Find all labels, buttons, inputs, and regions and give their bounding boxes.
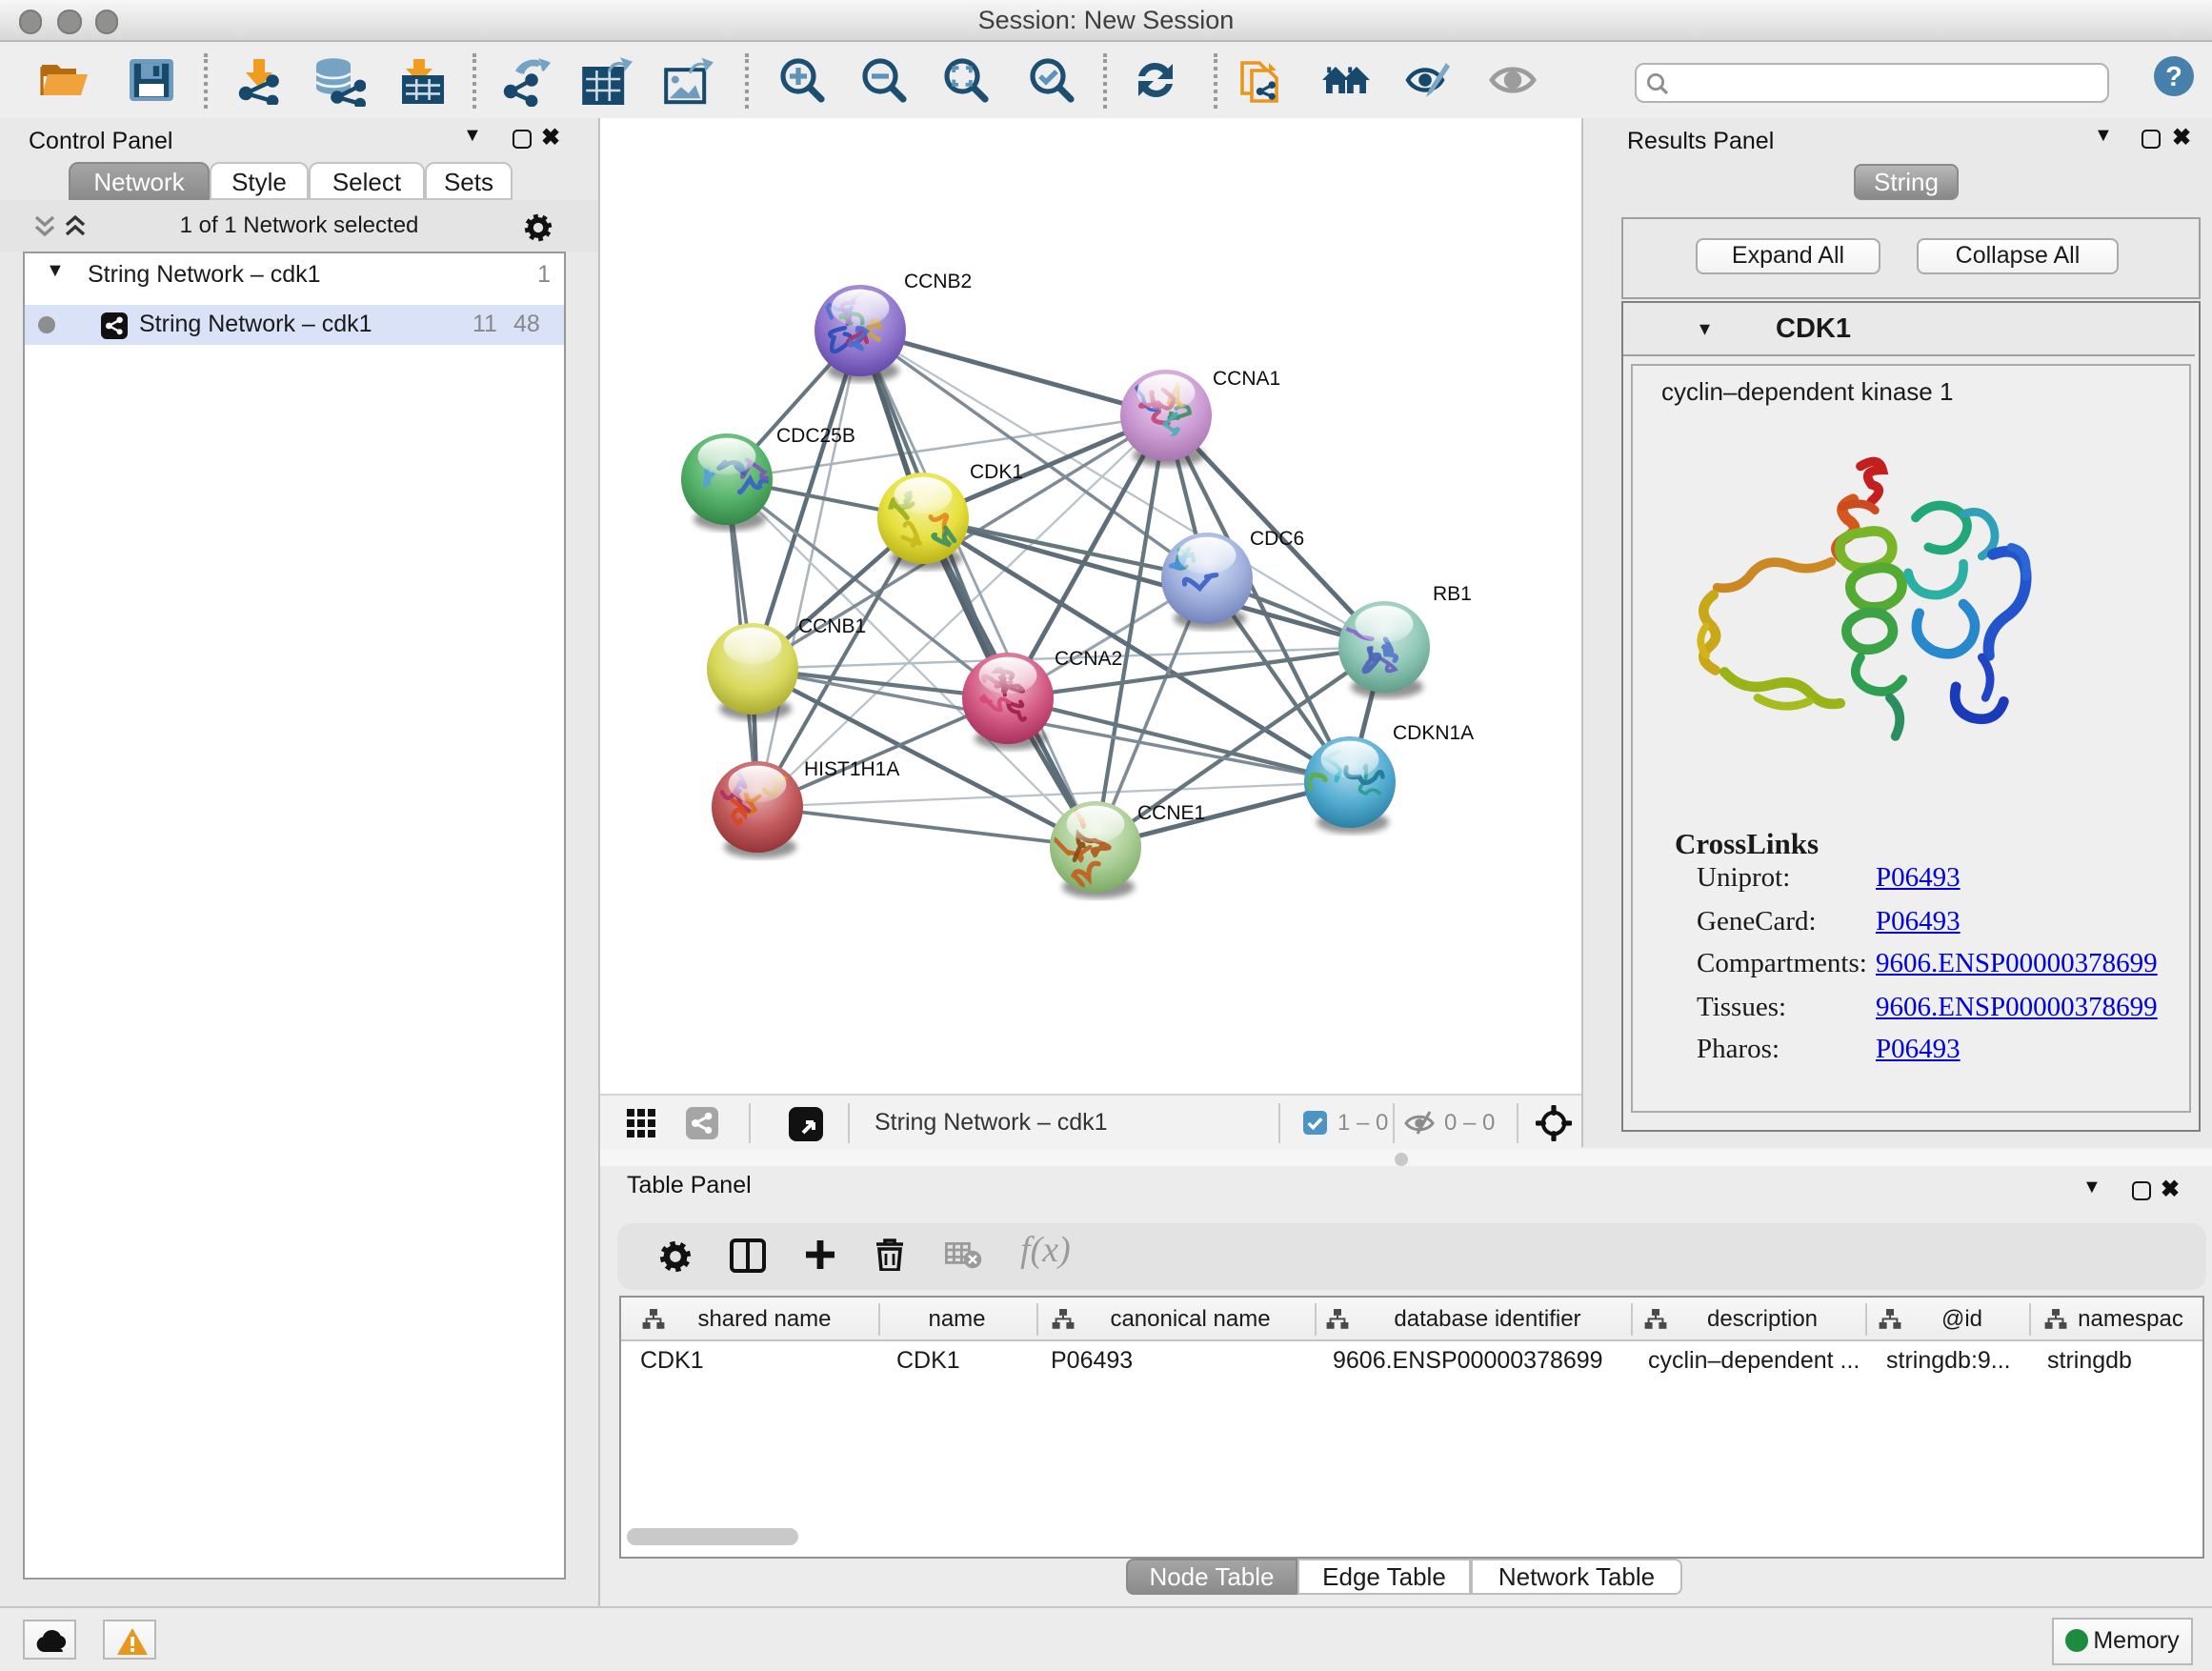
svg-text:CDC6: CDC6 [1250,528,1304,550]
svg-text:CCNA1: CCNA1 [1213,368,1280,390]
svg-text:CDKN1A: CDKN1A [1393,722,1474,744]
svg-text:CCNB2: CCNB2 [904,271,972,292]
svg-text:CCNB1: CCNB1 [798,615,866,637]
svg-text:CDK1: CDK1 [970,461,1023,483]
svg-text:RB1: RB1 [1433,583,1472,605]
svg-text:HIST1H1A: HIST1H1A [804,758,899,780]
svg-text:CDC25B: CDC25B [776,425,855,447]
svg-text:CCNA2: CCNA2 [1055,648,1122,670]
svg-text:CCNE1: CCNE1 [1137,802,1205,824]
svg-text:?: ? [2165,62,2182,92]
